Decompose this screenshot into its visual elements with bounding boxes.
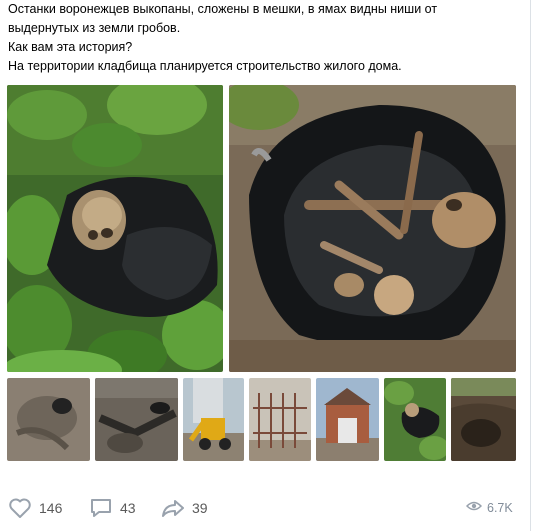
post-actions: 146 43 39 6.7K [0,494,530,522]
like-button[interactable]: 146 [7,494,62,522]
excavated-ground-photo[interactable] [95,378,178,461]
post-border [530,0,531,531]
pit-with-niche-photo[interactable] [7,378,90,461]
post-text-line: На территории кладбища планируется строи… [8,59,402,73]
excavator-photo[interactable] [183,378,244,461]
post-text-line: Останки воронежцев выкопаны, сложены в м… [8,2,438,16]
like-count: 146 [39,500,63,516]
share-icon [160,496,186,520]
comment-button[interactable]: 43 [88,494,136,522]
views-indicator: 6.7K [465,494,513,522]
dug-pit-photo[interactable] [451,378,516,461]
post-card: Останки воронежцев выкопаны, сложены в м… [0,0,530,531]
skull-in-bushes-photo[interactable] [7,85,223,372]
post-text-line: Как вам эта история? [8,40,133,54]
bag-in-grass-photo[interactable] [384,378,446,461]
views-count: 6.7K [487,501,513,515]
post-text: Останки воронежцев выкопаны, сложены в м… [8,0,523,76]
chapel-photo[interactable] [316,378,379,461]
fence-photo[interactable] [249,378,311,461]
post-text-line: выдернутых из земли гробов. [8,21,181,35]
bones-in-bag-photo[interactable] [229,85,516,372]
comment-icon [88,496,114,520]
share-count: 39 [192,500,208,516]
eye-icon [465,499,483,517]
share-button[interactable]: 39 [160,494,208,522]
heart-icon [7,496,33,520]
comment-count: 43 [120,500,136,516]
